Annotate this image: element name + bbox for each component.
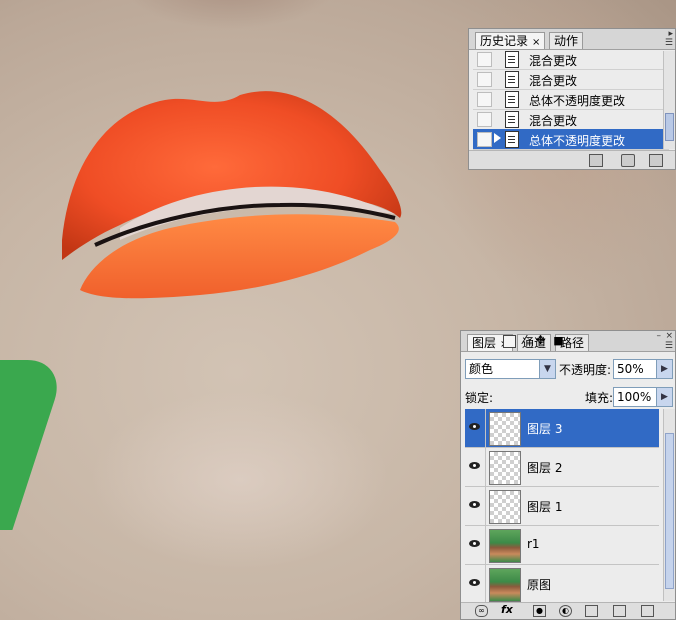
history-state-label: 混合更改 [529, 54, 578, 68]
visibility-toggle[interactable] [465, 448, 486, 486]
new-document-icon[interactable] [589, 154, 603, 167]
layers-footer: ∞ fx ● ◐ [461, 602, 675, 619]
layer-name[interactable]: 图层 3 [527, 420, 562, 437]
adjustment-layer-icon[interactable]: ◐ [559, 605, 572, 617]
lock-transparency-icon[interactable] [503, 335, 516, 348]
blend-mode-value: 颜色 [469, 362, 494, 376]
history-source-checkbox[interactable] [477, 92, 492, 107]
eye-icon[interactable] [469, 579, 480, 586]
history-state-label: 总体不透明度更改 [529, 94, 626, 108]
history-state-icon [505, 91, 519, 108]
visibility-toggle[interactable] [465, 526, 486, 564]
fill-label: 填充: [585, 391, 614, 405]
layer-thumbnail [489, 529, 521, 563]
history-state-label: 总体不透明度更改 [529, 134, 626, 148]
layer-thumbnail [489, 490, 521, 524]
visibility-toggle[interactable] [465, 487, 486, 525]
history-source-checkbox[interactable] [477, 72, 492, 87]
trash-icon[interactable] [649, 154, 663, 167]
tab-history[interactable]: 历史记录 × [475, 32, 546, 49]
tab-actions[interactable]: 动作 [549, 32, 584, 49]
layer-name[interactable]: 图层 1 [527, 498, 562, 515]
tab-layers-label: 图层 [472, 336, 497, 350]
history-source-checkbox[interactable] [477, 132, 492, 147]
layer-thumbnail [489, 451, 521, 485]
layer-name[interactable]: 图层 2 [527, 459, 562, 476]
history-state-icon [505, 51, 519, 68]
history-state-selected[interactable]: 总体不透明度更改 [473, 129, 669, 150]
layers-panel: 图层× 通道 路径 – × ☰ 颜色 ▼ 不透明度: 50% ▶ 锁定: ⁄ ✥… [460, 330, 676, 620]
visibility-toggle[interactable] [465, 409, 486, 447]
tab-history-label: 历史记录 [480, 34, 529, 48]
history-state-icon [505, 111, 519, 128]
eye-icon[interactable] [469, 423, 480, 430]
tab-actions-label: 动作 [554, 34, 579, 48]
link-layers-icon[interactable]: ∞ [475, 605, 488, 617]
opacity-value: 50% [617, 362, 644, 376]
chevron-right-icon[interactable]: ▶ [656, 388, 672, 406]
history-state-icon [505, 131, 519, 148]
history-state[interactable]: 总体不透明度更改 [473, 89, 669, 110]
layer-thumbnail [489, 412, 521, 446]
history-scrollbar[interactable] [663, 51, 675, 149]
minimize-icon[interactable]: – [657, 331, 662, 341]
history-source-checkbox[interactable] [477, 112, 492, 127]
lock-position-move-icon[interactable]: ✥ [535, 334, 546, 346]
history-panel: 历史记录 × 动作 ▸ ☰ 混合更改 混合更改 总体不透明度更改 混合更改 总体不… [468, 28, 676, 170]
eye-icon[interactable] [469, 501, 480, 508]
fx-icon[interactable]: fx [501, 603, 513, 616]
new-layer-icon[interactable] [613, 605, 626, 617]
history-source-checkbox[interactable] [477, 52, 492, 67]
layer-row[interactable]: 图层 3 [465, 409, 659, 448]
fill-field[interactable]: 100% ▶ [613, 387, 673, 407]
history-scroll-thumb[interactable] [665, 113, 674, 141]
history-footer [469, 150, 675, 169]
layer-row[interactable]: 图层 1 [465, 487, 659, 526]
layer-name[interactable]: 原图 [527, 576, 551, 593]
eye-icon[interactable] [469, 540, 480, 547]
opacity-field[interactable]: 50% ▶ [613, 359, 673, 379]
fill-value: 100% [617, 390, 652, 404]
chevron-down-icon[interactable]: ▼ [539, 360, 555, 378]
close-icon[interactable]: × [532, 37, 540, 48]
panel-options-icon[interactable]: ☰ [665, 38, 673, 48]
opacity-label: 不透明度: [559, 363, 612, 377]
history-state-icon [505, 71, 519, 88]
current-state-arrow-icon [494, 133, 501, 143]
close-panel-icon[interactable]: × [665, 331, 673, 341]
new-group-icon[interactable] [585, 605, 598, 617]
history-state[interactable]: 混合更改 [473, 69, 669, 90]
layer-name[interactable]: r1 [527, 537, 540, 551]
lock-pixels-brush-icon[interactable]: ⁄ [519, 334, 530, 346]
history-state-label: 混合更改 [529, 114, 578, 128]
layer-row[interactable]: 图层 2 [465, 448, 659, 487]
visibility-toggle[interactable] [465, 565, 486, 603]
chevron-right-icon[interactable]: ▶ [656, 360, 672, 378]
blend-mode-select[interactable]: 颜色 ▼ [465, 359, 556, 379]
panel-options-icon[interactable]: ☰ [665, 341, 673, 351]
layers-scrollbar[interactable] [663, 409, 675, 601]
add-mask-icon[interactable]: ● [533, 605, 546, 617]
layers-tab-bar: 图层× 通道 路径 – × ☰ [461, 331, 675, 352]
layer-row[interactable]: r1 [465, 526, 659, 565]
layers-scroll-thumb[interactable] [665, 433, 674, 589]
layer-row[interactable]: 原图 [465, 565, 659, 604]
layer-thumbnail [489, 568, 521, 602]
history-state[interactable]: 混合更改 [473, 109, 669, 130]
history-state[interactable]: 混合更改 [473, 49, 669, 70]
snapshot-camera-icon[interactable] [621, 154, 635, 167]
eye-icon[interactable] [469, 462, 480, 469]
lock-all-padlock-icon[interactable]: ■ [553, 335, 564, 346]
history-tab-bar: 历史记录 × 动作 ▸ ☰ [469, 29, 675, 50]
history-state-label: 混合更改 [529, 74, 578, 88]
lock-label: 锁定: [465, 391, 494, 405]
delete-layer-icon[interactable] [641, 605, 654, 617]
